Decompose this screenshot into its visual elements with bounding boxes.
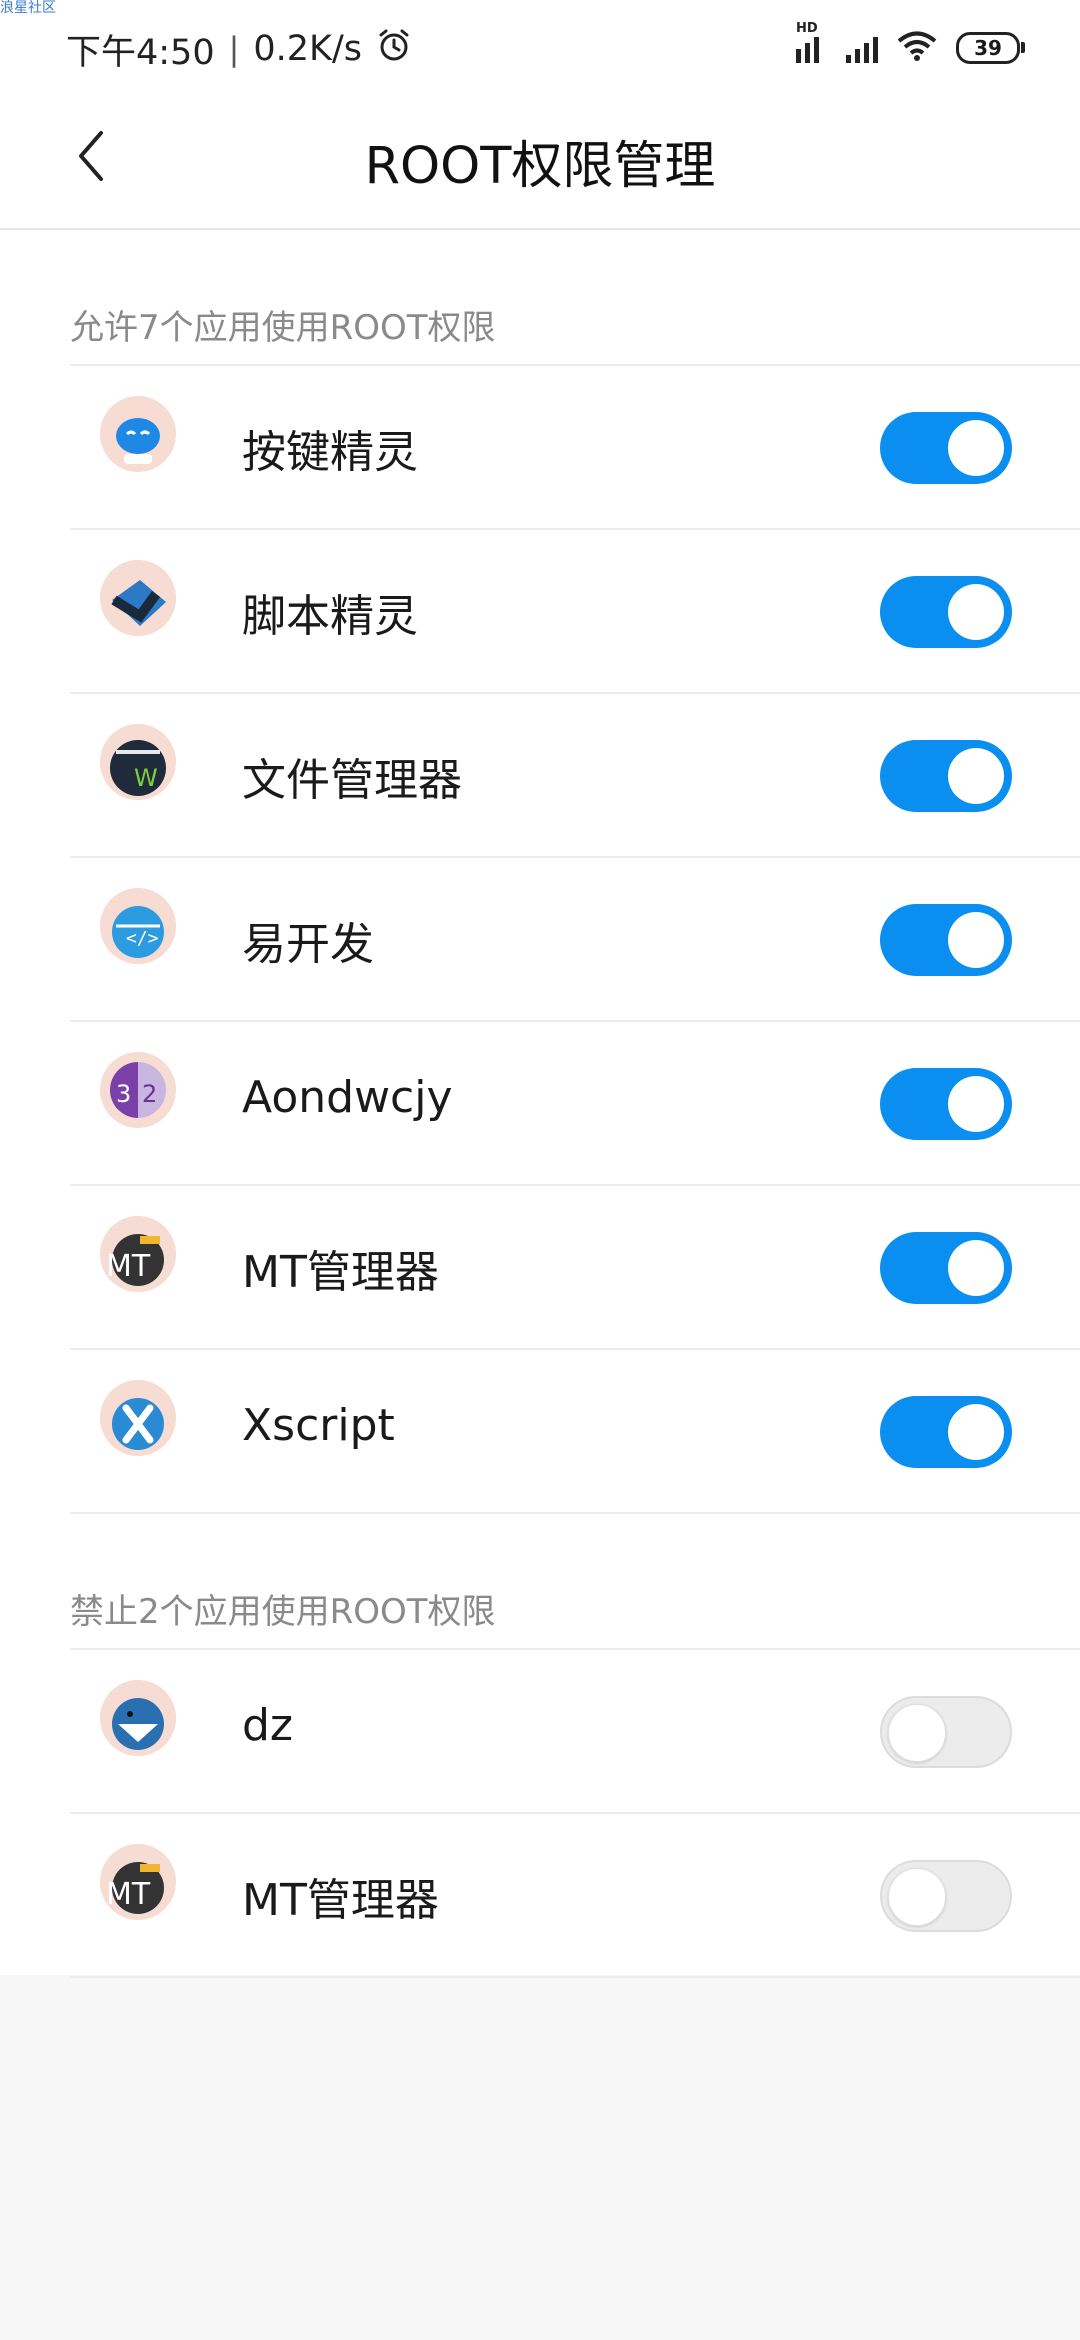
app-name: Aondwcjy <box>242 1072 453 1123</box>
root-permission-toggle[interactable] <box>880 1232 1012 1304</box>
shark-icon <box>100 1680 176 1756</box>
svg-text:</>: </> <box>126 928 159 949</box>
root-permission-toggle[interactable] <box>880 412 1012 484</box>
status-separator: | <box>228 30 240 68</box>
app-name: Xscript <box>242 1400 395 1451</box>
root-permission-page: 浪星社区 下午4:50 | 0.2K/s HD 39 ROOT权限管理 允许7个… <box>0 0 1080 1978</box>
root-permission-toggle[interactable] <box>880 1860 1012 1932</box>
app-row[interactable]: W 文件管理器 <box>70 692 1080 858</box>
number-32-icon: 32 <box>100 1052 176 1128</box>
app-name: 脚本精灵 <box>242 591 418 642</box>
svg-text:3: 3 <box>116 1080 131 1108</box>
battery-level: 39 <box>974 36 1002 60</box>
svg-text:MT: MT <box>106 1249 151 1284</box>
toggle-knob <box>948 584 1004 640</box>
hd-label: HD <box>796 21 818 36</box>
toggle-knob <box>948 748 1004 804</box>
battery-icon: 39 <box>956 32 1025 64</box>
status-left: 下午4:50 | 0.2K/s <box>66 24 412 74</box>
x-icon <box>100 1380 176 1456</box>
root-permission-toggle[interactable] <box>880 904 1012 976</box>
app-name: dz <box>242 1700 294 1751</box>
app-name: MT管理器 <box>242 1247 439 1298</box>
status-bar: 下午4:50 | 0.2K/s HD 39 <box>0 0 1080 96</box>
app-row[interactable]: 3 2 Aondwcjy <box>70 1020 1080 1186</box>
denied-section-title: 禁止2个应用使用ROOT权限 <box>70 1592 496 1632</box>
root-permission-toggle[interactable] <box>880 1068 1012 1140</box>
allowed-section-title: 允许7个应用使用ROOT权限 <box>70 308 496 348</box>
signal-hd-icon: HD <box>796 21 828 63</box>
code-icon: </> <box>100 888 176 964</box>
root-permission-toggle[interactable] <box>880 740 1012 812</box>
toggle-knob <box>948 1076 1004 1132</box>
mt-icon: MT <box>100 1844 176 1920</box>
app-name: MT管理器 <box>242 1875 439 1926</box>
status-right: HD 39 <box>796 21 1025 68</box>
toggle-knob <box>948 1240 1004 1296</box>
app-name: 按键精灵 <box>242 427 418 478</box>
svg-text:MT: MT <box>106 1877 151 1912</box>
net-speed: 0.2K/s <box>253 29 363 69</box>
app-name: 文件管理器 <box>242 755 462 806</box>
wifi-icon <box>896 30 938 66</box>
page-title: ROOT权限管理 <box>364 137 716 196</box>
toggle-knob <box>888 1704 946 1762</box>
root-permission-toggle[interactable] <box>880 1396 1012 1468</box>
script-icon <box>100 560 176 636</box>
status-time: 下午4:50 <box>66 32 215 73</box>
svg-text:2: 2 <box>142 1080 157 1108</box>
alarm-icon <box>376 27 412 72</box>
file-manager-icon: W <box>100 724 176 800</box>
app-row[interactable]: 脚本精灵 <box>70 528 1080 694</box>
app-row[interactable]: 按键精灵 <box>70 364 1080 530</box>
toggle-knob <box>948 1404 1004 1460</box>
root-permission-toggle[interactable] <box>880 1696 1012 1768</box>
app-row[interactable]: </> 易开发 <box>70 856 1080 1022</box>
svg-text:W: W <box>134 764 158 792</box>
app-row[interactable]: MT MT管理器 <box>70 1184 1080 1350</box>
signal-icon <box>846 33 878 63</box>
root-permission-toggle[interactable] <box>880 576 1012 648</box>
app-row[interactable]: MT MT管理器 <box>70 1812 1080 1978</box>
app-name: 易开发 <box>242 919 374 970</box>
app-row[interactable]: Xscript <box>70 1348 1080 1514</box>
robot-icon <box>100 396 176 472</box>
header: ROOT权限管理 <box>0 96 1080 230</box>
toggle-knob <box>888 1868 946 1926</box>
app-row[interactable]: dz <box>70 1648 1080 1814</box>
mt-icon: MT <box>100 1216 176 1292</box>
toggle-knob <box>948 420 1004 476</box>
toggle-knob <box>948 912 1004 968</box>
